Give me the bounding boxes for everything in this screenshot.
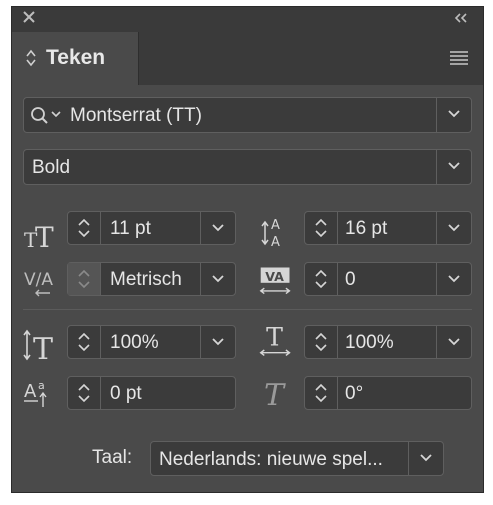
font-family-value: Montserrat (TT) [70,105,202,126]
horizontal-scale-value: 100% [345,332,394,353]
font-size-dropdown[interactable] [200,212,235,244]
tracking-icon: VA [259,267,291,295]
svg-text:A: A [24,381,37,402]
panel-menu-icon[interactable] [449,50,469,66]
font-size-stepper[interactable] [68,212,101,244]
svg-text:VA: VA [265,269,284,284]
chevron-down-icon [420,454,432,462]
font-size-value: 11 pt [110,218,151,239]
svg-text:V/A: V/A [24,270,53,290]
svg-text:T: T [264,378,286,411]
chevron-down-icon [212,224,224,232]
tab-row: Teken [12,32,483,85]
collapse-icon[interactable] [453,12,469,24]
vertical-scale-value: 100% [110,332,159,353]
kerning-icon: V/A [24,270,53,297]
search-icon [31,107,61,124]
chevron-down-icon [448,275,460,283]
svg-text:a: a [38,379,45,392]
font-size-icon: T T [24,221,54,253]
chevron-down-icon [212,275,224,283]
stepper-icon [315,218,327,238]
skew-value: 0° [345,383,364,404]
stepper-icon [78,332,90,352]
tab-label: Teken [46,46,106,69]
stepper-icon [78,383,90,403]
kerning-field[interactable]: Metrisch [67,262,236,296]
svg-text:A: A [271,218,280,233]
stepper-icon [315,383,327,403]
vertical-scale-field[interactable]: 100% [67,325,236,359]
panel-titlebar [12,7,483,32]
language-dropdown[interactable] [408,442,443,475]
close-icon[interactable] [22,10,36,24]
stepper-icon [315,332,327,352]
baseline-shift-stepper[interactable] [68,377,101,409]
skew-field[interactable]: 0° [304,376,472,410]
tracking-value: 0 [345,269,356,290]
horizontal-scale-icon: T [259,323,291,356]
font-style-dropdown[interactable] [436,150,471,184]
leading-stepper[interactable] [305,212,338,244]
skew-icon: T [264,378,286,411]
stepper-icon [78,218,90,238]
vertical-scale-dropdown[interactable] [200,326,235,358]
leading-value: 16 pt [345,218,388,239]
vertical-scale-icon: T [23,329,53,362]
character-panel: Teken Montserrat (TT) Bold T T 11 pt A A… [11,6,484,493]
svg-text:A: A [271,235,280,249]
kerning-dropdown[interactable] [200,263,235,295]
font-size-field[interactable]: 11 pt [67,211,236,245]
stepper-icon [78,269,90,289]
language-label: Taal: [92,447,133,468]
chevron-down-icon [212,338,224,346]
horizontal-scale-stepper[interactable] [305,326,338,358]
horizontal-scale-dropdown[interactable] [436,326,471,358]
font-style-field[interactable]: Bold [23,149,472,185]
horizontal-scale-field[interactable]: 100% [304,325,472,359]
chevron-down-icon [448,162,460,170]
svg-text:T: T [35,221,54,253]
baseline-shift-field[interactable]: 0 pt [67,376,236,410]
kerning-stepper[interactable] [68,263,101,295]
tracking-stepper[interactable] [305,263,338,295]
leading-icon: A A [261,218,280,249]
chevron-down-icon [448,338,460,346]
section-divider [23,309,472,310]
baseline-shift-value: 0 pt [110,383,142,404]
kerning-value: Metrisch [110,269,182,290]
font-style-value: Bold [32,157,71,178]
stepper-icon [315,269,327,289]
leading-dropdown[interactable] [436,212,471,244]
leading-field[interactable]: 16 pt [304,211,472,245]
font-family-dropdown[interactable] [436,98,471,132]
vertical-scale-stepper[interactable] [68,326,101,358]
language-value: Nederlands: nieuwe spel... [159,449,383,470]
baseline-shift-icon: A a [24,379,47,407]
tab-arrows-icon [26,49,36,67]
tracking-field[interactable]: 0 [304,262,472,296]
skew-stepper[interactable] [305,377,338,409]
chevron-down-icon [448,224,460,232]
language-field[interactable]: Nederlands: nieuwe spel... [150,441,444,476]
font-family-field[interactable]: Montserrat (TT) [23,97,472,133]
tab-teken[interactable]: Teken [12,32,139,85]
chevron-down-icon [448,110,460,118]
svg-text:T: T [33,332,53,362]
tracking-dropdown[interactable] [436,263,471,295]
svg-text:T: T [266,323,283,352]
